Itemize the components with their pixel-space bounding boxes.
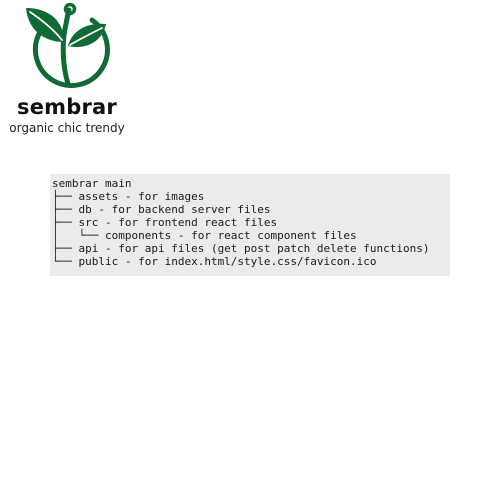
- brand-name: sembrar: [17, 95, 117, 119]
- sprout-leaf-icon: [26, 2, 110, 89]
- brand-tagline: organic chic trendy: [9, 121, 125, 135]
- project-structure-code-block: sembrar main ├── assets - for images ├── d…: [50, 174, 450, 276]
- code-line-db: ├── db - for backend server files: [52, 203, 271, 216]
- code-line-assets: ├── assets - for images: [52, 190, 205, 203]
- code-line-src: ├── src - for frontend react files: [52, 216, 278, 229]
- code-line-public: └── public - for index.html/style.css/fa…: [52, 255, 377, 268]
- brand-logo-block: sembrar organic chic trendy: [0, 0, 134, 140]
- code-line-api: ├── api - for api files (get post patch …: [52, 242, 430, 255]
- code-line-components: │ └── components - for react component f…: [52, 229, 357, 242]
- code-line-root: sembrar main: [52, 177, 132, 190]
